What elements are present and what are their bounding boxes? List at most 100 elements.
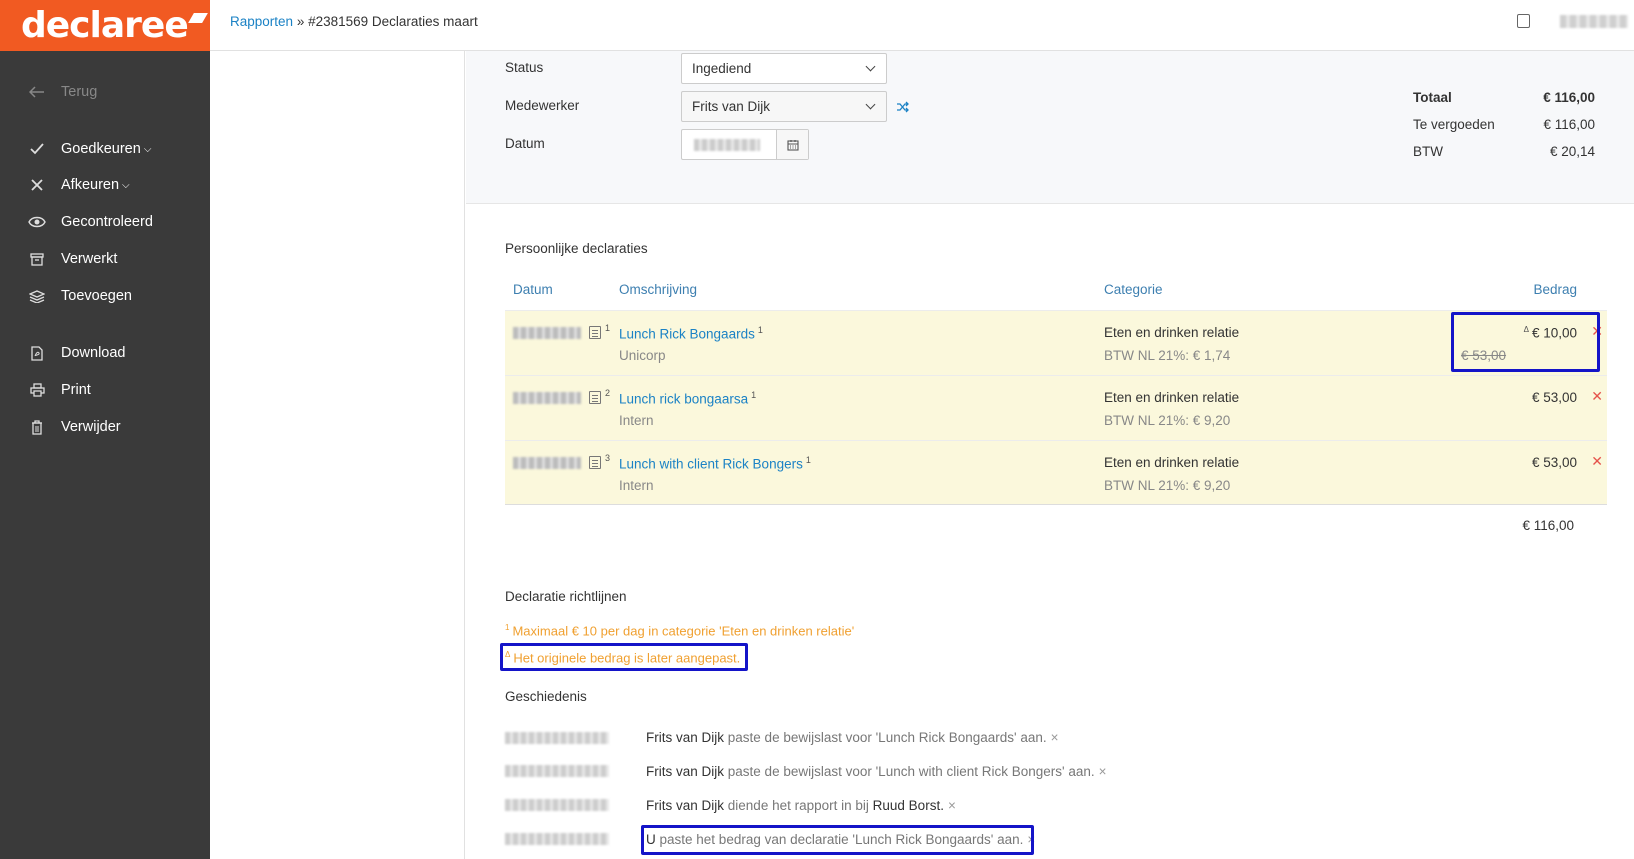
history-title: Geschiedenis	[505, 689, 587, 704]
sidebar-item-print[interactable]: Print	[0, 376, 210, 404]
logo-text: declaree	[21, 4, 189, 46]
sidebar-item-label: Toevoegen	[61, 288, 132, 304]
row-date-redacted	[513, 457, 581, 469]
table-row[interactable]: 2 Lunch rick bongaarsa 1 Intern Eten en d…	[505, 375, 1607, 440]
employee-value: Frits van Dijk	[692, 99, 771, 114]
column-amount[interactable]: Bedrag	[1533, 282, 1577, 297]
row-description[interactable]: Lunch Rick Bongaards	[619, 327, 755, 342]
row-guideline-ref: 1	[751, 390, 757, 400]
breadcrumb-reports-link[interactable]: Rapporten	[230, 14, 293, 29]
calendar-icon[interactable]	[776, 130, 808, 159]
sidebar-item-download[interactable]: Download	[0, 339, 210, 367]
history-item: Frits van Dijk diende het rapport in bij…	[646, 798, 956, 813]
row-number: 2	[605, 388, 611, 398]
history-text: paste de bewijslast voor 'Lunch Rick Bon…	[727, 730, 1047, 745]
history-actor: Frits van Dijk	[646, 730, 725, 745]
refund-value: € 116,00	[1543, 117, 1595, 132]
row-vat: BTW NL 21%: € 9,20	[1104, 413, 1231, 428]
chevron-down-icon: ⌵	[143, 143, 152, 155]
sidebar-item-delete[interactable]: Verwijder	[0, 413, 210, 441]
history-date-redacted	[505, 799, 609, 811]
archive-icon	[28, 250, 46, 268]
guideline-mark: 1	[505, 623, 510, 632]
sidebar: declaree Terug Goedkeuren ⌵ Afkeuren ⌵ Gec…	[0, 0, 210, 859]
vat-value: € 20,14	[1549, 144, 1595, 159]
row-description[interactable]: Lunch rick bongaarsa	[619, 392, 748, 407]
row-description-link[interactable]: Lunch Rick Bongaards 1	[619, 325, 763, 342]
column-category[interactable]: Categorie	[1104, 282, 1163, 297]
pdf-icon	[28, 344, 46, 362]
expenses-title: Persoonlijke declaraties	[505, 241, 648, 256]
history-item: Frits van Dijk paste de bewijslast voor …	[646, 764, 1107, 779]
eye-icon	[28, 213, 46, 231]
logo[interactable]: declaree	[0, 0, 210, 51]
close-icon[interactable]: ×	[948, 798, 956, 813]
shuffle-icon[interactable]	[896, 100, 910, 116]
receipt-icon	[589, 326, 601, 339]
row-guideline-ref: 1	[805, 455, 811, 465]
guidelines-title: Declaratie richtlijnen	[505, 589, 627, 604]
row-amount: € 53,00	[1531, 455, 1577, 470]
column-date[interactable]: Datum	[513, 282, 553, 297]
employee-label: Medewerker	[505, 98, 580, 113]
sidebar-item-label: Gecontroleerd	[61, 214, 153, 230]
highlight-history-box	[641, 825, 1034, 855]
row-vat: BTW NL 21%: € 1,74	[1104, 348, 1231, 363]
vat-row: BTW € 20,14	[1413, 144, 1595, 171]
table-row[interactable]: 3 Lunch with client Rick Bongers 1 Intern…	[505, 440, 1607, 505]
status-label: Status	[505, 60, 544, 75]
row-amount: € 53,00	[1531, 390, 1577, 405]
delete-row-icon[interactable]: ✕	[1591, 388, 1603, 405]
table-header: Datum Omschrijving Categorie Bedrag	[505, 282, 1607, 310]
sidebar-item-label: Verwijder	[61, 419, 121, 435]
sidebar-item-label: Afkeuren	[61, 177, 120, 193]
left-panel	[210, 51, 465, 859]
row-description-link[interactable]: Lunch rick bongaarsa 1	[619, 390, 756, 407]
sidebar-item-approve[interactable]: Goedkeuren ⌵	[0, 135, 210, 163]
breadcrumb: Rapporten » #2381569 Declaraties maart	[230, 14, 478, 29]
back-link[interactable]: Terug	[0, 78, 210, 106]
delete-row-icon[interactable]: ✕	[1591, 453, 1603, 470]
row-subtitle: Intern	[619, 413, 654, 428]
guideline-text: Maximaal € 10 per dag in categorie 'Eten…	[512, 623, 855, 639]
row-description[interactable]: Lunch with client Rick Bongers	[619, 457, 803, 472]
arrow-left-icon	[28, 83, 46, 101]
history-date-redacted	[505, 732, 609, 744]
sidebar-item-label: Print	[61, 382, 91, 398]
table-row[interactable]: 1 Lunch Rick Bongaards 1 Unicorp Eten en …	[505, 310, 1607, 375]
date-input[interactable]	[681, 129, 809, 160]
note-icon[interactable]	[1517, 14, 1530, 28]
stack-icon	[28, 287, 46, 305]
row-category: Eten en drinken relatie	[1104, 390, 1240, 405]
sidebar-item-label: Verwerkt	[61, 251, 118, 267]
trash-icon	[28, 418, 46, 436]
sidebar-item-label: Goedkeuren	[61, 141, 141, 157]
row-vat: BTW NL 21%: € 9,20	[1104, 478, 1231, 493]
totals-panel: Totaal € 116,00 Te vergoeden € 116,00 BT…	[1413, 90, 1595, 171]
employee-select[interactable]: Frits van Dijk	[681, 91, 887, 122]
close-icon[interactable]: ×	[1099, 764, 1107, 779]
guideline-item: 1 Maximaal € 10 per dag in categorie 'Ete…	[505, 623, 854, 638]
close-icon[interactable]: ×	[1051, 730, 1059, 745]
sidebar-item-reject[interactable]: Afkeuren ⌵	[0, 171, 210, 199]
top-bar: Rapporten » #2381569 Declaraties maart	[210, 0, 1634, 51]
row-description-link[interactable]: Lunch with client Rick Bongers 1	[619, 455, 811, 472]
receipt-icon	[589, 456, 601, 469]
sidebar-item-processed[interactable]: Verwerkt	[0, 245, 210, 273]
highlight-amount-box	[1451, 312, 1600, 372]
date-value-redacted	[694, 139, 760, 151]
sidebar-item-checked[interactable]: Gecontroleerd	[0, 208, 210, 236]
user-menu[interactable]	[1560, 15, 1628, 28]
sidebar-item-add[interactable]: Toevoegen	[0, 282, 210, 310]
history-text: paste de bewijslast voor 'Lunch with cli…	[727, 764, 1095, 779]
refund-label: Te vergoeden	[1413, 117, 1495, 132]
breadcrumb-separator: »	[296, 14, 305, 29]
history-actor: Frits van Dijk	[646, 798, 725, 813]
history-item: Frits van Dijk paste de bewijslast voor …	[646, 730, 1059, 745]
refund-row: Te vergoeden € 116,00	[1413, 117, 1595, 144]
row-number: 1	[605, 323, 611, 333]
printer-icon	[28, 381, 46, 399]
status-select[interactable]: Ingediend	[681, 53, 887, 84]
sidebar-item-label: Download	[61, 345, 126, 361]
column-description[interactable]: Omschrijving	[619, 282, 697, 297]
